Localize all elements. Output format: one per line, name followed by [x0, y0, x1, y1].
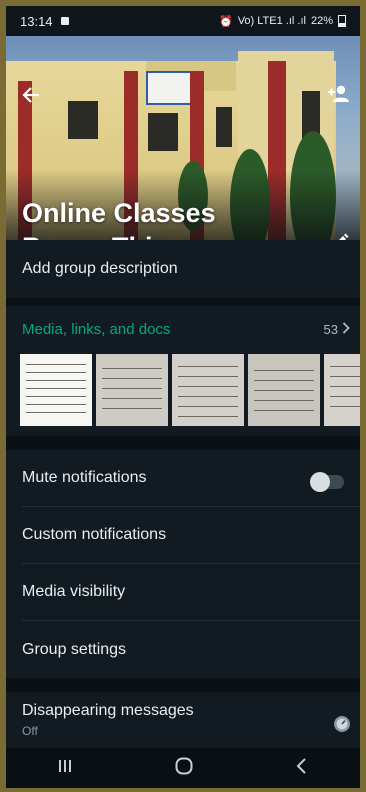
- description-placeholder: Add group description: [22, 260, 178, 277]
- toggle-knob: [310, 472, 330, 492]
- back-nav-icon[interactable]: [294, 757, 310, 780]
- disappearing-messages-row[interactable]: Disappearing messages Off: [6, 692, 360, 748]
- media-thumbnails: [20, 354, 360, 426]
- mute-notifications-row[interactable]: Mute notifications: [6, 450, 360, 506]
- phone-screen: 13:14 ⏰ Vo) LTE1 .ıl .ıl 22% Online Clas…: [6, 6, 360, 788]
- battery-icon: [338, 15, 346, 27]
- add-group-description[interactable]: Add group description: [6, 240, 360, 298]
- group-name-line1: Online Classes: [22, 198, 216, 228]
- media-count-link[interactable]: 53: [324, 322, 350, 337]
- media-label: Media, links, and docs: [22, 320, 171, 338]
- media-thumbnail[interactable]: [20, 354, 92, 426]
- media-visibility-row[interactable]: Media visibility: [6, 564, 360, 620]
- clock: 13:14: [20, 13, 53, 29]
- signal-text: Vo) LTE1 .ıl .ıl: [237, 15, 306, 27]
- media-thumbnail[interactable]: [248, 354, 320, 426]
- section-separator: [6, 678, 360, 692]
- mute-notifications-label: Mute notifications: [22, 469, 147, 486]
- mute-notifications-toggle[interactable]: [310, 472, 344, 492]
- home-icon[interactable]: [174, 756, 194, 781]
- edit-icon[interactable]: [330, 232, 350, 240]
- media-thumbnail[interactable]: [96, 354, 168, 426]
- add-person-icon[interactable]: [326, 83, 352, 110]
- alarm-icon: ⏰: [218, 15, 233, 28]
- battery-text: 22%: [310, 15, 333, 27]
- section-separator: [6, 298, 360, 306]
- section-separator: [6, 436, 360, 450]
- disappearing-messages-value: Off: [22, 724, 38, 738]
- custom-notifications-row[interactable]: Custom notifications: [6, 507, 360, 563]
- group-settings-label: Group settings: [22, 640, 127, 658]
- custom-notifications-label: Custom notifications: [22, 526, 167, 543]
- status-bar: 13:14 ⏰ Vo) LTE1 .ıl .ıl 22%: [6, 6, 360, 36]
- group-name: Online Classes B.com Thir: [22, 196, 216, 240]
- recent-apps-icon[interactable]: [56, 757, 74, 780]
- media-visibility-label: Media visibility: [22, 583, 126, 600]
- media-links-docs-header[interactable]: Media, links, and docs 53: [6, 306, 360, 352]
- timer-icon: [332, 714, 352, 739]
- media-count: 53: [323, 321, 338, 337]
- group-header-photo[interactable]: Online Classes B.com Thir: [6, 36, 360, 240]
- chevron-right-icon: [342, 321, 350, 337]
- group-settings-row[interactable]: Group settings: [6, 621, 360, 678]
- group-name-line2: B.com Thir: [22, 230, 216, 240]
- system-navigation-bar: [6, 748, 360, 788]
- disappearing-messages-label: Disappearing messages: [22, 702, 194, 719]
- notification-icon: [60, 17, 69, 25]
- back-arrow-icon[interactable]: [20, 84, 42, 111]
- media-thumbnail[interactable]: [324, 354, 360, 426]
- media-thumbnail[interactable]: [172, 354, 244, 426]
